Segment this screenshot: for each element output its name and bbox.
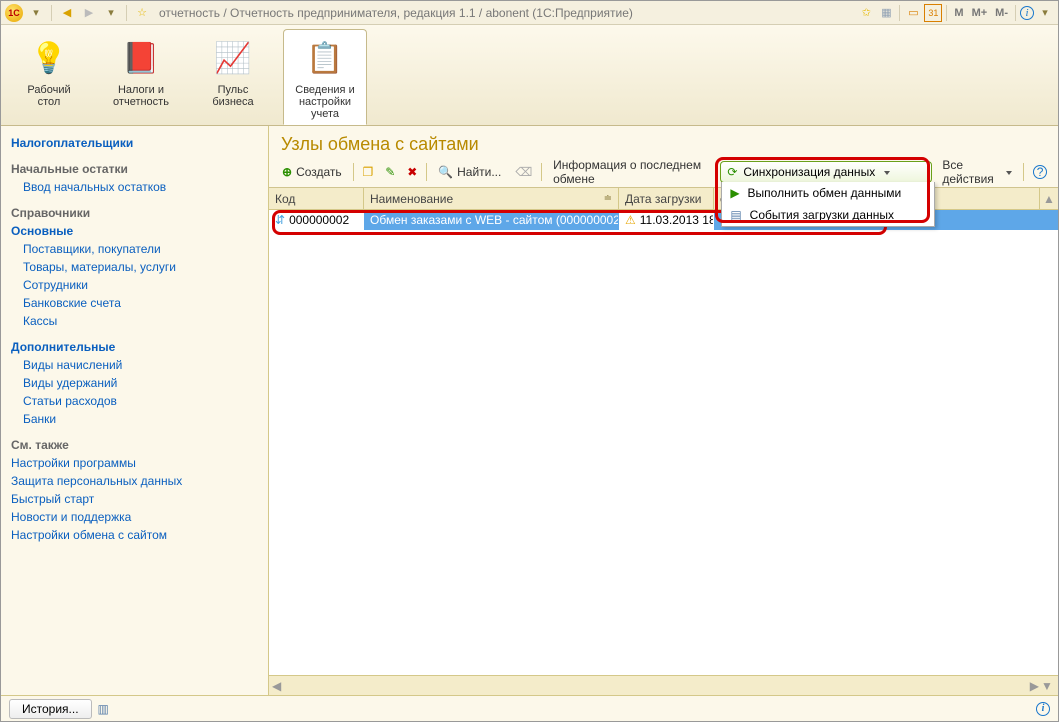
scroll-up-icon[interactable]: ▲	[1040, 188, 1058, 209]
cell-date: ⚠ 11.03.2013 18	[619, 210, 714, 230]
titlebar: 1C ▾ ◀ ▶ ▾ ☆ отчетность / Отчетность пре…	[1, 1, 1058, 25]
nav-expenses[interactable]: Статьи расходов	[11, 392, 258, 410]
grid-body[interactable]: ⇵ 000000002 Обмен заказами с WEB - сайто…	[269, 210, 1058, 675]
history-bar: История... ▥ i	[1, 695, 1058, 721]
links-icon[interactable]: ▦	[877, 4, 895, 22]
col-code[interactable]: Код	[269, 188, 364, 209]
search-icon: 🔍	[438, 165, 453, 179]
calc-icon[interactable]: ▭	[904, 4, 922, 22]
pencil-icon: ✎	[385, 165, 395, 179]
refresh-icon: ⟳	[727, 165, 737, 179]
clear-search-button[interactable]: ⌫	[510, 161, 537, 183]
group-catalogs: Справочники	[11, 206, 258, 220]
nav-taxpayers[interactable]: Налогоплательщики	[11, 134, 258, 152]
nav-back-icon[interactable]: ◀	[58, 4, 76, 22]
nav-bank-accounts[interactable]: Банковские счета	[11, 294, 258, 312]
nav-goods[interactable]: Товары, материалы, услуги	[11, 258, 258, 276]
copy-icon: ❐	[362, 165, 373, 179]
nav-employees[interactable]: Сотрудники	[11, 276, 258, 294]
group-initial: Начальные остатки	[11, 162, 258, 176]
sidebar: Налогоплательщики Начальные остатки Ввод…	[1, 126, 269, 695]
nav-exchange-settings[interactable]: Настройки обмена с сайтом	[11, 526, 258, 544]
fav-add-icon[interactable]: ✩	[857, 4, 875, 22]
plus-icon: ⊕	[282, 165, 292, 179]
window-title: отчетность / Отчетность предпринимателя,…	[159, 6, 853, 20]
nav-gdpr[interactable]: Защита персональных данных	[11, 472, 258, 490]
h-scrollbar[interactable]: ◀ ▶ ▼	[269, 675, 1058, 695]
status-info-icon[interactable]: i	[1036, 702, 1050, 716]
nav-news[interactable]: Новости и поддержка	[11, 508, 258, 526]
create-button[interactable]: ⊕ Создать	[275, 161, 349, 183]
subgroup-main: Основные	[11, 222, 258, 240]
last-exchange-info-button[interactable]: Информация о последнем обмене	[546, 161, 712, 183]
help-icon: ?	[1033, 165, 1047, 179]
cell-name: Обмен заказами с WEB - сайтом (000000002…	[364, 210, 619, 230]
desktop-icon: 💡	[27, 36, 71, 80]
section-desktop[interactable]: 💡 Рабочий стол	[7, 29, 91, 125]
group-see-also: См. также	[11, 438, 258, 452]
warning-icon: ⚠	[625, 213, 636, 227]
app-1c-icon[interactable]: 1C	[5, 4, 23, 22]
table-row[interactable]: ⇵ 000000002 Обмен заказами с WEB - сайто…	[269, 210, 1058, 230]
node-icon: ⇵	[275, 213, 285, 227]
col-date[interactable]: Дата загрузки	[619, 188, 714, 209]
sync-dropdown: ⟳ Синхронизация данных ▶ Выполнить обмен…	[721, 161, 931, 183]
chevron-down-icon	[881, 165, 890, 179]
scroll-left-icon[interactable]: ◀	[272, 679, 281, 693]
cell-code: ⇵ 000000002	[269, 210, 364, 230]
list-toolbar: ⊕ Создать ❐ ✎ ✖ 🔍 Найти... ⌫ Информация …	[269, 159, 1058, 188]
all-actions-button[interactable]: Все действия	[935, 161, 1019, 183]
play-icon: ▶	[730, 186, 739, 200]
history-button[interactable]: История...	[9, 699, 92, 719]
clear-search-icon: ⌫	[515, 165, 532, 179]
scroll-down-icon[interactable]: ▼	[1039, 679, 1055, 693]
scroll-right-icon[interactable]: ▶	[1030, 679, 1039, 693]
content: Налогоплательщики Начальные остатки Ввод…	[1, 125, 1058, 695]
subgroup-extra: Дополнительные	[11, 338, 258, 356]
chevron-down-icon	[1003, 165, 1012, 179]
copy-button[interactable]: ❐	[357, 161, 378, 183]
book-icon: 📕	[119, 36, 163, 80]
page-title: Узлы обмена с сайтами	[269, 126, 1058, 159]
nav-cash[interactable]: Кассы	[11, 312, 258, 330]
titlebar-right: ✩ ▦ ▭ 31 M M+ M- i ▾	[857, 4, 1054, 22]
main-area: Узлы обмена с сайтами ⊕ Создать ❐ ✎ ✖ 🔍 …	[269, 126, 1058, 695]
panel-toggle-icon[interactable]: ▥	[98, 702, 109, 716]
nav-counterparties[interactable]: Поставщики, покупатели	[11, 240, 258, 258]
nav-banks[interactable]: Банки	[11, 410, 258, 428]
edit-button[interactable]: ✎	[380, 161, 400, 183]
dropdown-icon[interactable]: ▾	[27, 4, 45, 22]
find-button[interactable]: 🔍 Найти...	[431, 161, 508, 183]
delete-button[interactable]: ✖	[402, 161, 422, 183]
log-icon: ▤	[730, 208, 741, 222]
info-menu-icon[interactable]: ▾	[1036, 4, 1054, 22]
main-toolbar: 💡 Рабочий стол 📕 Налоги и отчетность 📈 П…	[1, 25, 1058, 126]
mem-mp[interactable]: M+	[969, 7, 991, 19]
nav-deductions[interactable]: Виды удержаний	[11, 374, 258, 392]
nav-initial-balances[interactable]: Ввод начальных остатков	[11, 178, 258, 196]
mem-mm[interactable]: M-	[992, 7, 1011, 19]
calendar-icon[interactable]: 31	[924, 4, 942, 22]
menu-load-events[interactable]: ▤ События загрузки данных	[722, 204, 934, 226]
delete-icon: ✖	[407, 165, 417, 179]
col-name[interactable]: Наименование ≐	[364, 188, 619, 209]
sync-button[interactable]: ⟳ Синхронизация данных	[720, 161, 932, 183]
nav-menu-icon[interactable]: ▾	[102, 4, 120, 22]
mem-m[interactable]: M	[951, 7, 966, 19]
section-settings[interactable]: 📋 Сведения и настройки учета	[283, 29, 367, 125]
clipboard-icon: 📋	[303, 36, 347, 80]
sort-icon: ≐	[604, 193, 612, 204]
nav-quickstart[interactable]: Быстрый старт	[11, 490, 258, 508]
menu-run-exchange[interactable]: ▶ Выполнить обмен данными	[722, 182, 934, 204]
nav-fwd-icon[interactable]: ▶	[80, 4, 98, 22]
nav-accruals[interactable]: Виды начислений	[11, 356, 258, 374]
star-icon[interactable]: ☆	[133, 4, 151, 22]
nav-app-settings[interactable]: Настройки программы	[11, 454, 258, 472]
section-taxes[interactable]: 📕 Налоги и отчетность	[99, 29, 183, 125]
pulse-icon: 📈	[211, 36, 255, 80]
info-icon[interactable]: i	[1020, 6, 1034, 20]
column-header: Код Наименование ≐ Дата загрузки ентарий…	[269, 188, 1058, 210]
help-button[interactable]: ?	[1028, 161, 1052, 183]
section-pulse[interactable]: 📈 Пульс бизнеса	[191, 29, 275, 125]
